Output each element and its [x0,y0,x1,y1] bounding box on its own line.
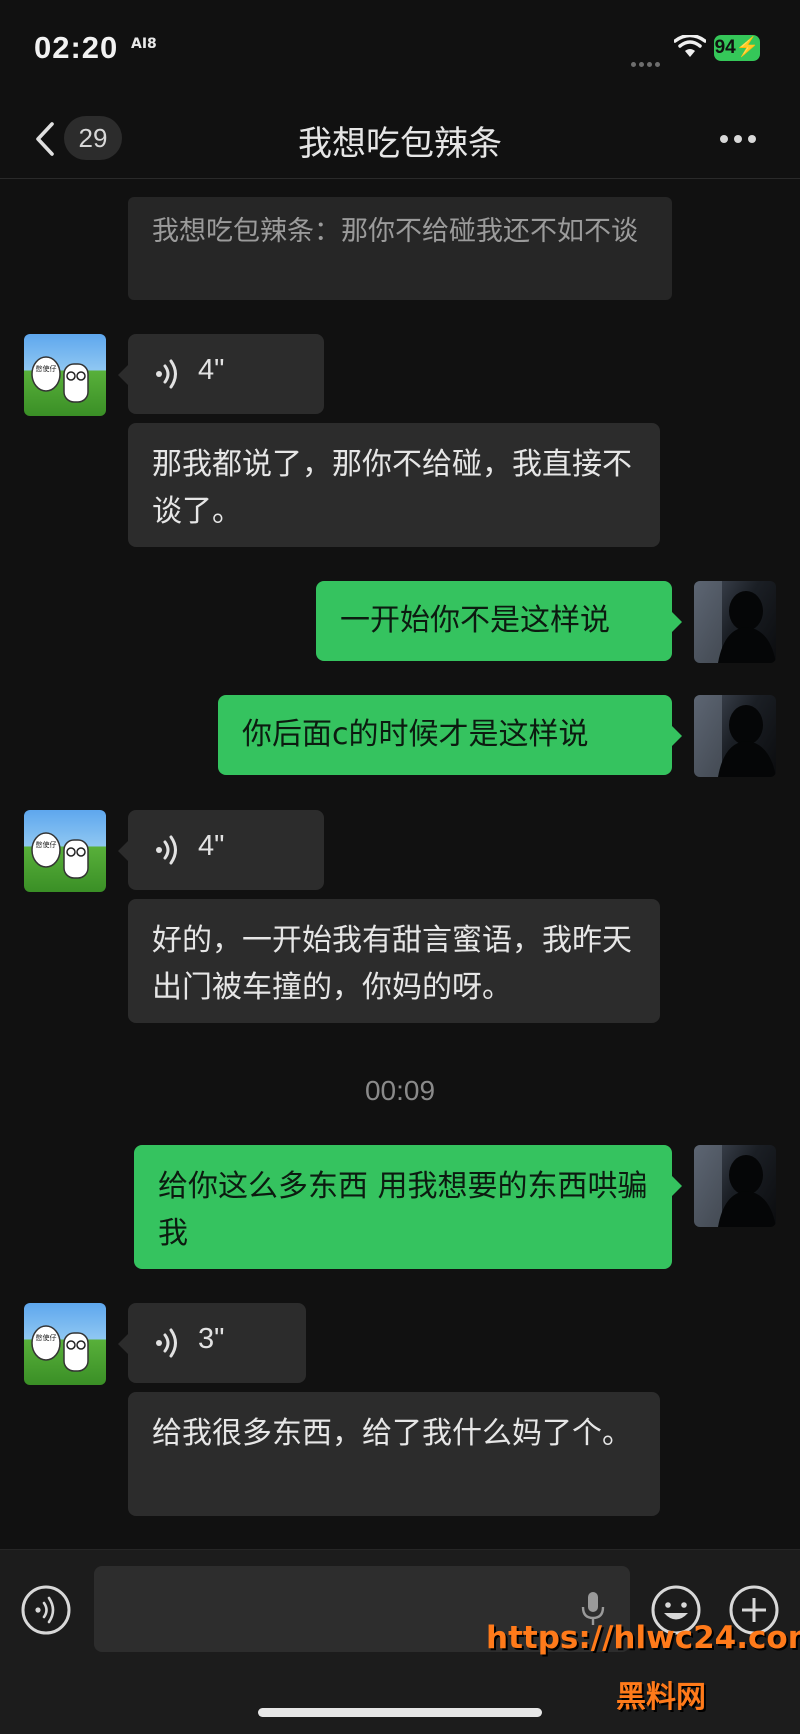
quoted-message[interactable]: 我想吃包辣条：那你不给碰我还不如不谈 [128,197,672,300]
outgoing-message[interactable]: 你后面c的时候才是这样说 [218,695,672,775]
avatar[interactable]: 憋使仔 [24,334,106,416]
avatar-sticker-caption: 憋使仔 [36,1333,57,1342]
voice-wave-icon [156,1328,177,1358]
avatar-sticker-image: 憋使仔 [31,356,89,403]
voice-message[interactable]: 3" [128,1303,306,1383]
voice-mode-icon[interactable] [20,1584,72,1636]
home-indicator [258,1708,542,1717]
avatar[interactable]: 憋使仔 [24,810,106,892]
voice-duration: 3" [198,1323,225,1355]
outgoing-message-text: 你后面c的时候才是这样说 [242,717,589,752]
my-avatar-image [694,1145,776,1227]
incoming-message-text: 给我很多东西，给了我什么妈了个。 [152,1416,632,1451]
message-list[interactable]: 我想吃包辣条：那你不给碰我还不如不谈 憋使仔 4" 那我都说了，那你不给碰，我直… [0,179,800,1549]
incoming-message[interactable]: 好的，一开始我有甜言蜜语，我昨天出门被车撞的，你妈的呀。 [128,899,660,1023]
avatar-sticker-caption: 憋使仔 [36,840,57,849]
watermark-site-name: 黑料网 [616,1680,706,1715]
status-time: 02:20 [34,30,119,65]
my-avatar[interactable] [694,695,776,777]
incoming-message-text: 那我都说了，那你不给碰，我直接不谈了。 [152,447,632,529]
bubble-tail [672,1176,682,1196]
ai-indicator: AI8 [131,36,157,52]
chat-header: 29 我想吃包辣条 [0,98,800,179]
voice-wave-icon [156,359,177,389]
avatar-sticker-image: 憋使仔 [31,832,89,879]
bubble-tail [672,726,682,746]
incoming-message[interactable]: 给我很多东西，给了我什么妈了个。 [128,1392,660,1516]
bubble-tail [118,365,128,385]
battery-level: 94 [714,37,736,58]
voice-duration: 4" [198,830,225,862]
bubble-tail [118,841,128,861]
bubble-tail [118,1334,128,1354]
status-bar: 02:20 AI8 94⚡ [0,0,800,98]
quoted-message-text: 我想吃包辣条：那你不给碰我还不如不谈 [152,216,638,247]
more-dots-icon[interactable] [720,128,764,148]
incoming-message-text: 好的，一开始我有甜言蜜语，我昨天出门被车撞的，你妈的呀。 [152,923,632,1005]
voice-message[interactable]: 4" [128,334,324,414]
my-avatar-image [694,695,776,777]
battery-indicator: 94⚡ [714,35,760,61]
avatar-sticker-caption: 憋使仔 [36,364,57,373]
outgoing-message-text: 给你这么多东西 用我想要的东西哄骗我 [158,1169,648,1251]
my-avatar[interactable] [694,581,776,663]
outgoing-message[interactable]: 一开始你不是这样说 [316,581,672,661]
avatar-sticker-image: 憋使仔 [31,1325,89,1372]
my-avatar-image [694,581,776,663]
outgoing-message-text: 一开始你不是这样说 [340,603,610,638]
my-avatar[interactable] [694,1145,776,1227]
incoming-message[interactable]: 那我都说了，那你不给碰，我直接不谈了。 [128,423,660,547]
chat-title: 我想吃包辣条 [298,124,502,164]
voice-duration: 4" [198,354,225,386]
cell-signal-icon [631,52,663,71]
voice-message[interactable]: 4" [128,810,324,890]
wifi-icon [674,35,706,57]
watermark-url: https://hlwc24.com [486,1620,800,1656]
message-timestamp: 00:09 [364,1075,436,1106]
bubble-tail [672,612,682,632]
outgoing-message[interactable]: 给你这么多东西 用我想要的东西哄骗我 [134,1145,672,1269]
voice-wave-icon [156,835,177,865]
avatar[interactable]: 憋使仔 [24,1303,106,1385]
